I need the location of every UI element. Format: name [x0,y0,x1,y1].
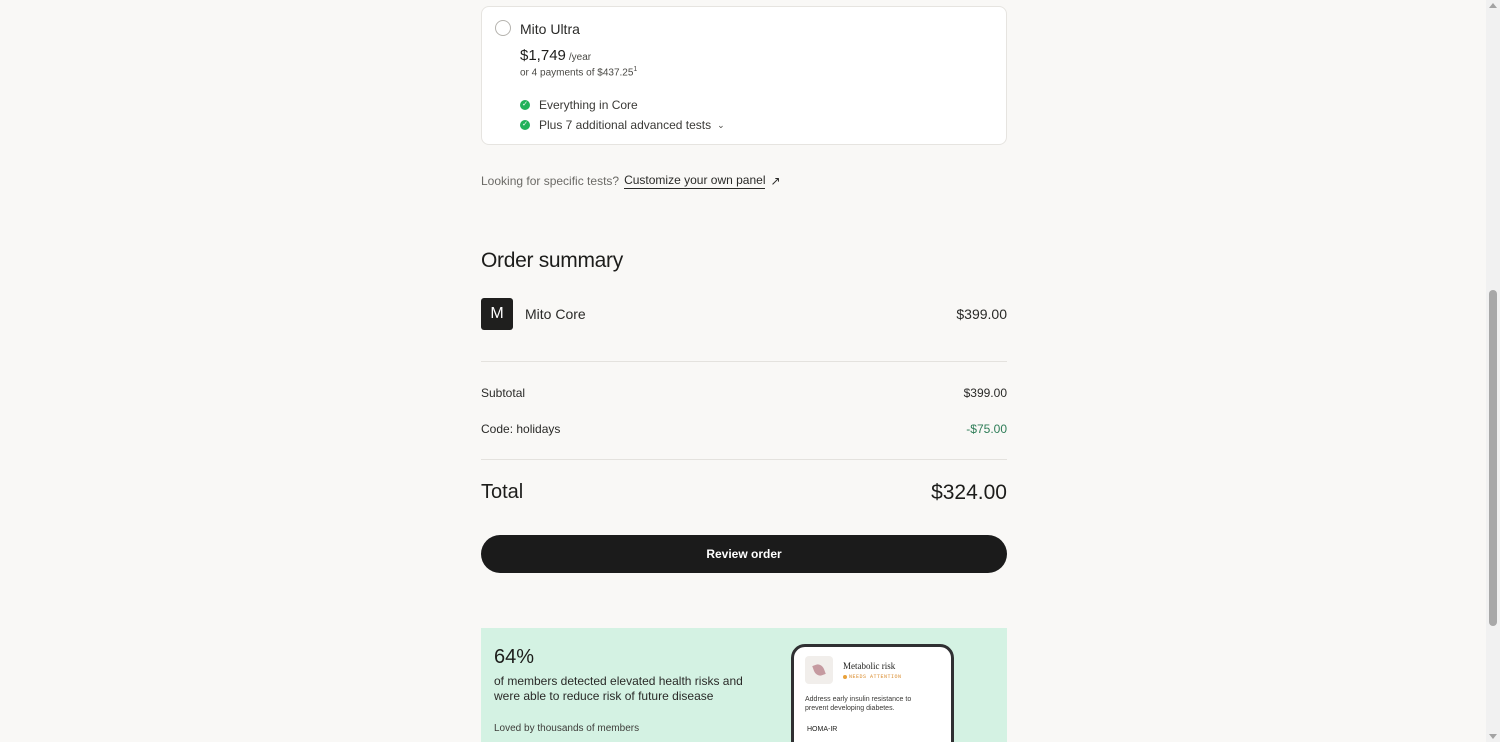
check-circle-icon: ✓ [520,120,530,130]
phone-metric: HOMA-IR [807,726,838,733]
phone-icon-box [805,656,833,684]
plan-card-mito-ultra[interactable]: Mito Ultra $1,749/year or 4 payments of … [481,6,1007,145]
promo-description: of members detected elevated health risk… [494,674,743,703]
order-item-row: M Mito Core $399.00 [481,298,1007,330]
promo-loved-text: Loved by thousands of members [494,723,640,734]
item-price: $399.00 [956,306,1007,322]
plan-payments: or 4 payments of $437.251 [520,66,637,78]
plan-price-amount: $1,749 [520,47,566,64]
phone-title: Metabolic risk [843,661,896,671]
attention-badge: NEEDS ATTENTION [843,674,902,680]
radio-unselected-icon[interactable] [495,20,511,36]
page-scrollbar[interactable] [1486,0,1500,742]
plan-payments-text: or 4 payments of $437.25 [520,67,634,79]
total-row: Total $324.00 [481,481,1007,507]
promo-stat: 64% [494,646,535,668]
divider [481,459,1007,460]
chevron-down-icon[interactable]: ⌄ [717,120,725,131]
status-dot-icon [843,675,847,679]
discount-code-label: Code: holidays [481,422,561,436]
customize-panel-link[interactable]: Customize your own panel [624,173,766,189]
divider [481,361,1007,362]
leaf-icon [812,662,826,678]
plan-payments-footnote: 1 [633,66,638,73]
order-summary-title: Order summary [481,249,623,272]
custom-panel-line: Looking for specific tests? Customize yo… [481,173,1007,189]
plan-name: Mito Ultra [520,21,580,37]
scroll-up-icon[interactable] [1489,3,1497,8]
review-order-button[interactable]: Review order [481,535,1007,573]
item-thumbnail: M [481,298,513,330]
plan-price: $1,749/year [520,47,591,64]
phone-mockup: Metabolic risk NEEDS ATTENTION Address e… [791,644,954,742]
plan-feature-label: Plus 7 additional advanced tests [539,118,712,132]
total-label: Total [481,481,524,503]
scrollbar-thumb[interactable] [1489,290,1497,626]
arrow-up-right-icon[interactable]: ↗ [770,174,780,188]
discount-row: Code: holidays -$75.00 [481,422,1007,438]
scroll-down-icon[interactable] [1489,734,1497,739]
custom-panel-prompt: Looking for specific tests? [481,174,620,188]
check-circle-icon: ✓ [520,100,530,110]
subtotal-label: Subtotal [481,386,526,400]
plan-feature: ✓ Everything in Core [520,98,638,112]
subtotal-value: $399.00 [963,386,1007,400]
item-name: Mito Core [525,306,586,322]
discount-value: -$75.00 [966,422,1007,436]
subtotal-row: Subtotal $399.00 [481,386,1007,402]
plan-price-period: /year [568,52,592,63]
plan-feature-expandable[interactable]: ✓ Plus 7 additional advanced tests ⌄ [520,118,725,132]
total-value: $324.00 [931,481,1007,504]
attention-badge-label: NEEDS ATTENTION [849,674,902,680]
plan-feature-label: Everything in Core [539,98,638,112]
promo-card: 64% of members detected elevated health … [481,628,1007,742]
phone-text: Address early insulin resistance to prev… [805,696,912,712]
